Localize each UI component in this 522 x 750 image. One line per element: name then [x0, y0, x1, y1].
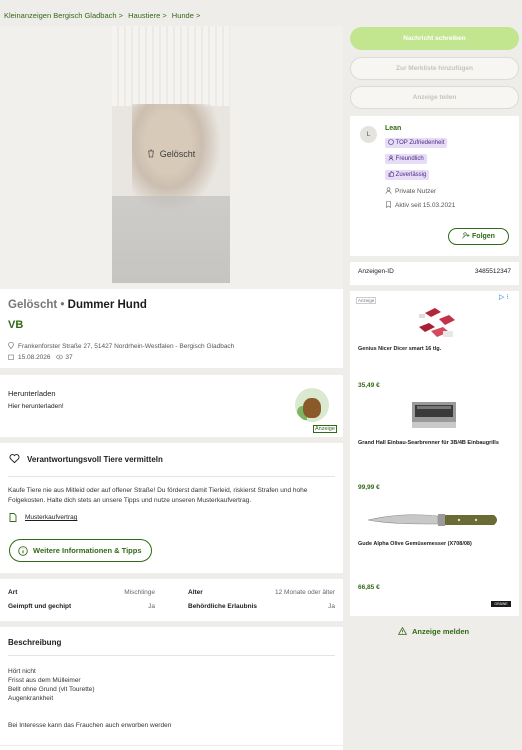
- download-title[interactable]: Herunterladen: [8, 389, 56, 398]
- description-line: Hört nicht: [8, 668, 36, 675]
- share-ad-button[interactable]: Anzeige teilen: [350, 86, 519, 109]
- contract-link[interactable]: Musterkaufvertrag: [25, 514, 77, 521]
- smile-icon: [388, 139, 394, 145]
- product-price: 99,99 €: [358, 484, 380, 491]
- divider: [8, 655, 335, 656]
- ad-status: Gelöscht •: [8, 299, 65, 311]
- ad-price: VB: [8, 319, 24, 331]
- add-user-icon: [462, 232, 470, 239]
- ad-views: 37: [65, 354, 73, 361]
- bookmark-icon: [386, 201, 391, 209]
- follow-label: Folgen: [472, 233, 495, 240]
- description-line: Frisst aus dem Mülleimer: [8, 677, 81, 684]
- badge-label: TOP Zufriedenheit: [395, 140, 445, 146]
- attr-key-permit: Behördliche Erlaubnis: [188, 603, 257, 610]
- breadcrumb: Kleinanzeigen Bergisch Gladbach > Hausti…: [4, 11, 203, 20]
- download-subtitle[interactable]: Hier herunterladen!: [8, 403, 64, 410]
- user-icon: [385, 187, 392, 194]
- attributes-card: [0, 579, 343, 621]
- info-icon: [18, 546, 28, 556]
- attr-key-age: Alter: [188, 589, 203, 596]
- attr-value-age: 12 Monate oder älter: [275, 589, 335, 596]
- ad-choices-icon[interactable]: ▷ ⁝: [499, 293, 509, 301]
- send-message-button[interactable]: Nachricht schreiben: [350, 27, 519, 50]
- product-image-knife[interactable]: [364, 505, 504, 533]
- ad-date: 15.08.2026: [18, 354, 51, 361]
- follow-button[interactable]: Folgen: [448, 228, 509, 245]
- badge-top-satisfaction: TOP Zufriedenheit: [385, 138, 448, 148]
- product-name[interactable]: Gude Alpha Olive Gemüsemesser (X708/08): [358, 541, 508, 548]
- seller-type: Private Nutzer: [385, 187, 436, 195]
- deleted-overlay: Gelöscht: [112, 149, 230, 159]
- more-info-label: Weitere Informationen & Tipps: [33, 546, 142, 555]
- divider: [8, 476, 335, 477]
- badge-reliable: Zuverlässig: [385, 170, 430, 180]
- product-price: 35,49 €: [358, 382, 380, 389]
- attr-key-breed: Art: [8, 589, 18, 596]
- report-ad-link[interactable]: Anzeige melden: [397, 626, 470, 636]
- description-extra: Bei Interesse kann das Frauchen auch erw…: [8, 722, 172, 729]
- sponsored-tag: Anzeige: [356, 297, 377, 304]
- badge-ad-label: Anzeige: [313, 425, 337, 433]
- calendar-icon: [8, 354, 14, 360]
- attr-value-vaccinated: Ja: [148, 603, 155, 610]
- trash-icon: [147, 149, 154, 158]
- badge-label: Freundlich: [395, 156, 424, 162]
- ad-title-text: Dummer Hund: [67, 299, 147, 311]
- warning-icon: [397, 626, 408, 635]
- badge-friendly: Freundlich: [385, 154, 427, 164]
- eye-icon: [56, 354, 64, 360]
- location-pin-icon: [8, 341, 14, 350]
- heart-icon: [9, 454, 20, 464]
- person-icon: [388, 155, 394, 161]
- breadcrumb-item-category[interactable]: Haustiere >: [128, 11, 167, 20]
- product-image-dicer[interactable]: [413, 305, 459, 345]
- seller-name[interactable]: Lean: [385, 125, 401, 132]
- ad-date-views: 15.08.2026 37: [8, 354, 73, 361]
- thumbs-up-icon: [388, 171, 394, 177]
- ad-photo[interactable]: Gelöscht: [112, 26, 230, 283]
- more-info-button[interactable]: Weitere Informationen & Tipps: [9, 539, 152, 562]
- attr-key-vaccinated: Geimpft und gechipt: [8, 603, 72, 610]
- description-line: Bellt ohne Grund (vlt Tourette): [8, 686, 95, 693]
- description-title: Beschreibung: [8, 638, 62, 647]
- download-badge-image[interactable]: [295, 388, 329, 422]
- product-name[interactable]: Genius Nicer Dicer smart 16 tlg.: [358, 346, 508, 353]
- attr-value-permit: Ja: [328, 603, 335, 610]
- attr-value-breed: Mischlinge: [124, 589, 155, 596]
- active-since-label: Aktiv seit 15.03.2021: [395, 202, 456, 209]
- page-title: Gelöscht • Dummer Hund: [8, 299, 147, 311]
- next-section-card: [0, 746, 343, 750]
- add-to-watchlist-button[interactable]: Zur Merkliste hinzufügen: [350, 57, 519, 80]
- badge-label: Zuverlässig: [395, 172, 427, 178]
- ad-id-label: Anzeigen-ID: [358, 268, 394, 275]
- description-text: Hört nicht Frisst aus dem Mülleimer Bell…: [8, 667, 95, 703]
- product-name[interactable]: Grand Hall Einbau-Searbrenner für 3B/4B …: [358, 440, 508, 447]
- ad-id-value: 3485512347: [474, 268, 511, 275]
- product-image-burner[interactable]: [409, 400, 459, 430]
- deleted-label: Gelöscht: [159, 149, 196, 159]
- document-icon: [9, 513, 17, 522]
- description-line: Augenkrankheit: [8, 695, 54, 702]
- seller-active-since: Aktiv seit 15.03.2021: [385, 201, 455, 209]
- brand-logo: GRÄWE: [491, 601, 511, 607]
- seller-type-label: Private Nutzer: [395, 188, 437, 195]
- breadcrumb-item-subcategory[interactable]: Hunde >: [172, 11, 201, 20]
- avatar[interactable]: L: [360, 126, 377, 143]
- address-text: Frankenforster Straße 27, 51427 Nordrhei…: [18, 343, 235, 350]
- responsibility-text: Kaufe Tiere nie aus Mitleid oder auf off…: [8, 487, 308, 504]
- product-price: 66,85 €: [358, 584, 380, 591]
- ad-address: Frankenforster Straße 27, 51427 Nordrhei…: [8, 341, 235, 350]
- report-label: Anzeige melden: [412, 627, 470, 636]
- breadcrumb-item-location[interactable]: Kleinanzeigen Bergisch Gladbach >: [4, 11, 123, 20]
- responsibility-title: Verantwortungsvoll Tiere vermitteln: [27, 455, 163, 464]
